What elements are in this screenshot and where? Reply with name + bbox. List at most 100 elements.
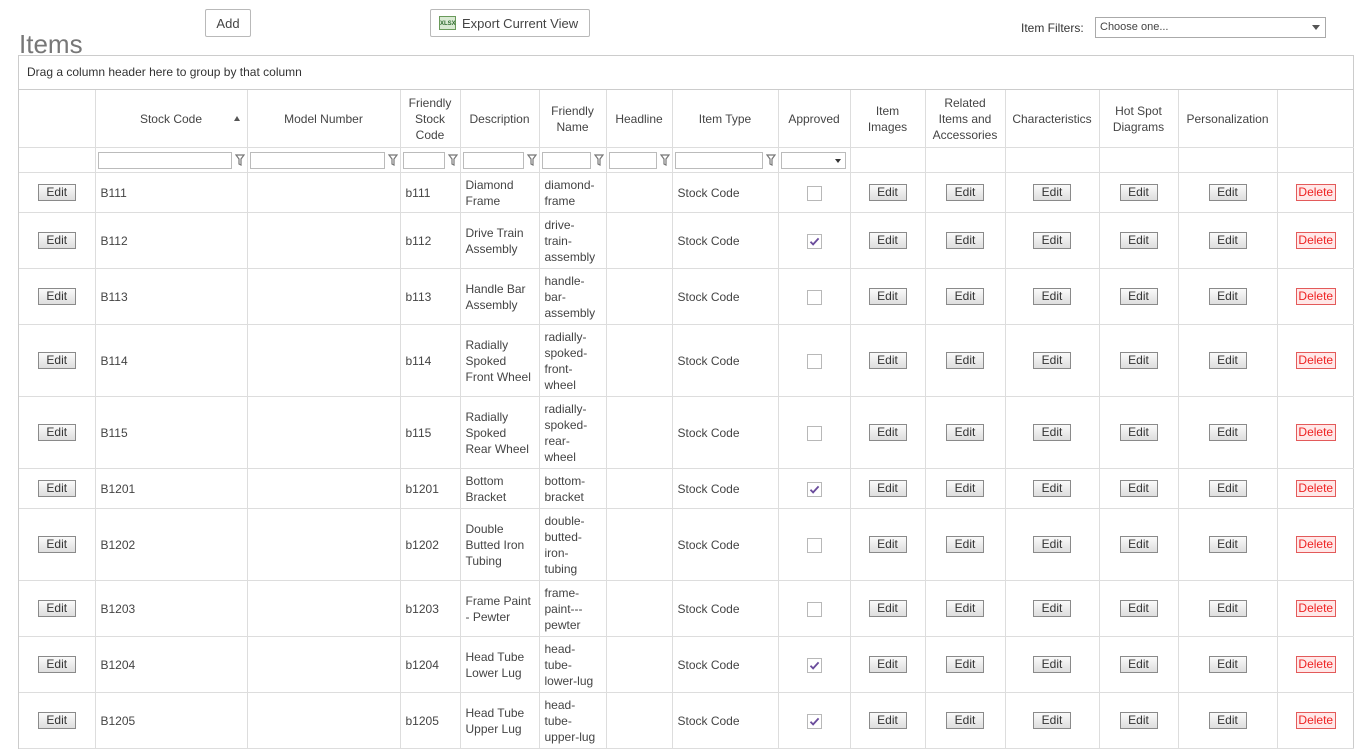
- delete-button[interactable]: Delete: [1295, 600, 1336, 617]
- friendly-stock-code-filter-input[interactable]: [402, 151, 445, 169]
- friendly-name-filter-input[interactable]: [541, 151, 591, 169]
- hot-spot-diagrams-edit-button[interactable]: Edit: [1119, 352, 1158, 369]
- header-stock-code[interactable]: Stock Code: [94, 90, 248, 148]
- item-images-edit-button[interactable]: Edit: [868, 232, 907, 249]
- header-headline[interactable]: Headline: [605, 90, 673, 148]
- personalization-edit-button[interactable]: Edit: [1208, 712, 1247, 729]
- characteristics-edit-button[interactable]: Edit: [1033, 480, 1071, 497]
- header-approved[interactable]: Approved: [777, 90, 851, 148]
- delete-button[interactable]: Delete: [1295, 712, 1336, 729]
- item-type-filter-input[interactable]: [674, 151, 763, 169]
- related-items-edit-button[interactable]: Edit: [946, 424, 984, 441]
- personalization-edit-button[interactable]: Edit: [1208, 536, 1247, 553]
- hot-spot-diagrams-edit-button[interactable]: Edit: [1119, 232, 1158, 249]
- related-items-edit-button[interactable]: Edit: [946, 600, 984, 617]
- item-images-edit-button[interactable]: Edit: [868, 424, 907, 441]
- item-images-edit-button[interactable]: Edit: [868, 536, 907, 553]
- hot-spot-diagrams-edit-button[interactable]: Edit: [1119, 656, 1158, 673]
- characteristics-edit-button[interactable]: Edit: [1033, 352, 1071, 369]
- related-items-edit-button[interactable]: Edit: [946, 288, 984, 305]
- personalization-edit-button[interactable]: Edit: [1208, 600, 1247, 617]
- characteristics-edit-button[interactable]: Edit: [1033, 536, 1071, 553]
- header-friendly-stock-code[interactable]: Friendly Stock Code: [399, 90, 461, 148]
- personalization-edit-button[interactable]: Edit: [1208, 480, 1247, 497]
- filter-icon[interactable]: [234, 154, 245, 166]
- hot-spot-diagrams-edit-button[interactable]: Edit: [1119, 536, 1158, 553]
- row-edit-button[interactable]: Edit: [37, 600, 76, 617]
- headline-filter-input[interactable]: [608, 151, 657, 169]
- characteristics-edit-button[interactable]: Edit: [1033, 288, 1071, 305]
- related-items-edit-button[interactable]: Edit: [946, 656, 984, 673]
- delete-button[interactable]: Delete: [1295, 656, 1336, 673]
- item-images-edit-button[interactable]: Edit: [868, 480, 907, 497]
- delete-button[interactable]: Delete: [1295, 232, 1336, 249]
- personalization-edit-button[interactable]: Edit: [1208, 232, 1247, 249]
- item-filters-select[interactable]: Choose one...: [1095, 17, 1326, 38]
- hot-spot-diagrams-edit-button[interactable]: Edit: [1119, 184, 1158, 201]
- personalization-edit-button[interactable]: Edit: [1208, 424, 1247, 441]
- filter-icon[interactable]: [659, 154, 670, 166]
- approved-checkbox[interactable]: [806, 185, 822, 201]
- item-images-edit-button[interactable]: Edit: [868, 352, 907, 369]
- personalization-edit-button[interactable]: Edit: [1208, 656, 1247, 673]
- item-images-edit-button[interactable]: Edit: [868, 656, 907, 673]
- delete-button[interactable]: Delete: [1295, 288, 1336, 305]
- related-items-edit-button[interactable]: Edit: [946, 184, 984, 201]
- characteristics-edit-button[interactable]: Edit: [1033, 232, 1071, 249]
- row-edit-button[interactable]: Edit: [37, 480, 76, 497]
- approved-checkbox[interactable]: [806, 713, 822, 729]
- personalization-edit-button[interactable]: Edit: [1208, 352, 1247, 369]
- approved-checkbox[interactable]: [806, 289, 822, 305]
- row-edit-button[interactable]: Edit: [37, 656, 76, 673]
- delete-button[interactable]: Delete: [1295, 536, 1336, 553]
- characteristics-edit-button[interactable]: Edit: [1033, 712, 1071, 729]
- related-items-edit-button[interactable]: Edit: [946, 352, 984, 369]
- item-images-edit-button[interactable]: Edit: [868, 712, 907, 729]
- row-edit-button[interactable]: Edit: [37, 288, 76, 305]
- approved-checkbox[interactable]: [806, 601, 822, 617]
- approved-filter-select[interactable]: [780, 151, 846, 169]
- approved-checkbox[interactable]: [806, 481, 822, 497]
- hot-spot-diagrams-edit-button[interactable]: Edit: [1119, 424, 1158, 441]
- delete-button[interactable]: Delete: [1295, 480, 1336, 497]
- row-edit-button[interactable]: Edit: [37, 424, 76, 441]
- hot-spot-diagrams-edit-button[interactable]: Edit: [1119, 288, 1158, 305]
- related-items-edit-button[interactable]: Edit: [946, 480, 984, 497]
- characteristics-edit-button[interactable]: Edit: [1033, 656, 1071, 673]
- approved-checkbox[interactable]: [806, 233, 822, 249]
- filter-icon[interactable]: [526, 154, 537, 166]
- filter-icon[interactable]: [593, 154, 604, 166]
- row-edit-button[interactable]: Edit: [37, 352, 76, 369]
- approved-checkbox[interactable]: [806, 657, 822, 673]
- item-images-edit-button[interactable]: Edit: [868, 184, 907, 201]
- header-description[interactable]: Description: [459, 90, 540, 148]
- header-model-number[interactable]: Model Number: [246, 90, 401, 148]
- hot-spot-diagrams-edit-button[interactable]: Edit: [1119, 712, 1158, 729]
- export-current-view-button[interactable]: XLSX Export Current View: [430, 9, 590, 37]
- delete-button[interactable]: Delete: [1295, 424, 1336, 441]
- hot-spot-diagrams-edit-button[interactable]: Edit: [1119, 600, 1158, 617]
- header-item-type[interactable]: Item Type: [671, 90, 779, 148]
- item-images-edit-button[interactable]: Edit: [868, 600, 907, 617]
- personalization-edit-button[interactable]: Edit: [1208, 184, 1247, 201]
- approved-checkbox[interactable]: [806, 537, 822, 553]
- characteristics-edit-button[interactable]: Edit: [1033, 424, 1071, 441]
- filter-icon[interactable]: [387, 154, 398, 166]
- row-edit-button[interactable]: Edit: [37, 712, 76, 729]
- add-button[interactable]: Add: [205, 9, 251, 37]
- description-filter-input[interactable]: [462, 151, 524, 169]
- approved-checkbox[interactable]: [806, 353, 822, 369]
- filter-icon[interactable]: [765, 154, 776, 166]
- hot-spot-diagrams-edit-button[interactable]: Edit: [1119, 480, 1158, 497]
- characteristics-edit-button[interactable]: Edit: [1033, 184, 1071, 201]
- header-friendly-name[interactable]: Friendly Name: [538, 90, 607, 148]
- row-edit-button[interactable]: Edit: [37, 536, 76, 553]
- group-by-panel[interactable]: Drag a column header here to group by th…: [19, 56, 1353, 90]
- delete-button[interactable]: Delete: [1295, 352, 1336, 369]
- row-edit-button[interactable]: Edit: [37, 184, 76, 201]
- row-edit-button[interactable]: Edit: [37, 232, 76, 249]
- personalization-edit-button[interactable]: Edit: [1208, 288, 1247, 305]
- filter-icon[interactable]: [447, 154, 458, 166]
- approved-checkbox[interactable]: [806, 425, 822, 441]
- item-images-edit-button[interactable]: Edit: [868, 288, 907, 305]
